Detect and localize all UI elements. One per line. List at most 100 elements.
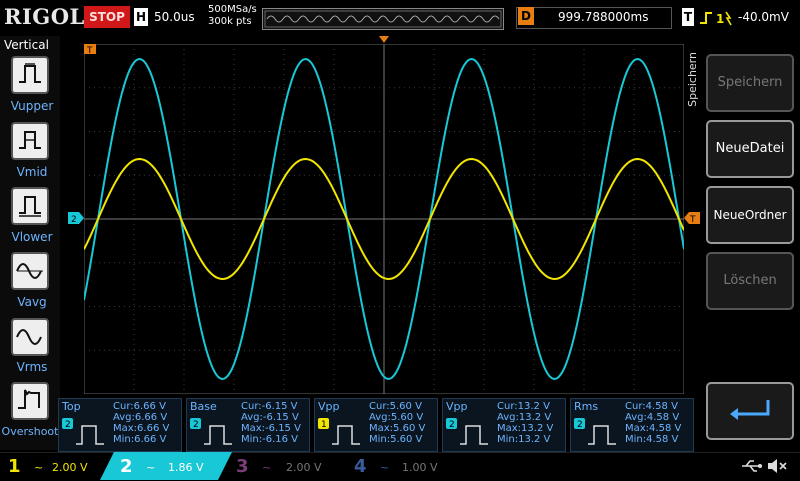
- measurement-values: Cur:5.60 V Avg:5.60 V Max:5.60 V Min:5.60 V: [369, 401, 425, 445]
- channel-3-number[interactable]: 3: [236, 456, 249, 477]
- measurement-min: Min:5.60 V: [369, 434, 423, 445]
- menu-item-vupper-label: Vupper: [10, 99, 54, 113]
- loeschen-button[interactable]: Löschen: [706, 252, 794, 310]
- measurement-channel-icon: 1: [318, 418, 360, 445]
- neue-ordner-button[interactable]: NeueOrdner: [706, 186, 794, 244]
- return-arrow-icon: [730, 400, 770, 420]
- measurement-vpp-3[interactable]: Vpp 1 Cur:5.60 V Avg:5.60 V Max:5.60 V Min:5.…: [314, 398, 438, 452]
- measurement-min: Min:13.2 V: [497, 434, 551, 445]
- measurement-channel-number: 2: [65, 420, 71, 430]
- scope-waveform-display[interactable]: [84, 44, 684, 394]
- channel-3-coupling: ~: [262, 461, 272, 474]
- speaker-mute-icon[interactable]: [766, 457, 788, 475]
- measurement-channel-icon: 2: [62, 418, 104, 445]
- measurement-max: Max:4.58 V: [625, 423, 682, 434]
- measurement-channel-number: 2: [577, 420, 583, 430]
- measurement-avg: Avg:-6.15 V: [241, 412, 299, 423]
- sample-rate: 500MSa/s: [208, 4, 257, 15]
- trigger-status-icons: 1: [700, 11, 732, 26]
- trigger-time-marker-icon: T: [84, 44, 96, 56]
- channel-4-scale[interactable]: 1.00 V: [402, 461, 438, 474]
- measurement-values: Cur:6.66 V Avg:6.66 V Max:6.66 V Min:6.66 V: [113, 401, 169, 445]
- measurement-name: Base: [190, 400, 217, 413]
- measurement-cur: Cur:5.60 V: [369, 401, 422, 412]
- overshoot-icon: [11, 382, 49, 420]
- channel-1-coupling: ~: [34, 461, 44, 474]
- save-menu-title: Speichern: [686, 52, 699, 107]
- measurement-avg: Avg:6.66 V: [113, 412, 168, 423]
- measurement-channel-number: 2: [193, 420, 199, 430]
- vertical-menu-title: Vertical: [4, 38, 49, 52]
- measurement-values: Cur:-6.15 V Avg:-6.15 V Max:-6.15 V Min:-6.…: [241, 401, 301, 445]
- return-button[interactable]: [706, 382, 794, 440]
- trigger-position-arrow-icon: [379, 36, 389, 43]
- measurement-vpp-4[interactable]: Vpp 2 Cur:13.2 V Avg:13.2 V Max:13.2 V Min:13…: [442, 398, 566, 452]
- measurement-cur: Cur:6.66 V: [113, 401, 166, 412]
- measurement-cur: Cur:4.58 V: [625, 401, 678, 412]
- neue-datei-button[interactable]: NeueDatei: [706, 120, 794, 178]
- channel-1-number[interactable]: 1: [8, 456, 21, 477]
- menu-item-overshoot-label: Overshoot: [1, 425, 59, 438]
- svg-text:T: T: [689, 215, 696, 224]
- measurement-max: Max:13.2 V: [497, 423, 554, 434]
- acquisition-info: 500MSa/s 300k pts: [208, 4, 257, 28]
- measurement-name: Top: [62, 400, 81, 413]
- menu-item-vupper[interactable]: [11, 56, 49, 94]
- measurement-values: Cur:4.58 V Avg:4.58 V Max:4.58 V Min:4.58 V: [625, 401, 681, 445]
- channel-3-scale[interactable]: 2.00 V: [286, 461, 322, 474]
- channel-2-number[interactable]: 2: [120, 456, 133, 477]
- menu-item-vrms-label: Vrms: [16, 360, 48, 374]
- measurement-values: Cur:13.2 V Avg:13.2 V Max:13.2 V Min:13.2 V: [497, 401, 553, 445]
- measurement-channel-number: 1: [321, 420, 327, 430]
- menu-item-overshoot[interactable]: [11, 382, 49, 420]
- measurement-name: Rms: [574, 400, 599, 413]
- measurement-cur: Cur:13.2 V: [497, 401, 550, 412]
- menu-item-vavg[interactable]: [11, 252, 49, 290]
- svg-text:1: 1: [716, 12, 724, 26]
- measurement-max: Max:-6.15 V: [241, 423, 301, 434]
- measurement-max: Max:6.66 V: [113, 423, 170, 434]
- trigger-level-marker-icon[interactable]: T: [684, 212, 700, 224]
- memory-depth: 300k pts: [208, 16, 252, 27]
- vrms-icon: [11, 318, 49, 356]
- timebase-label: H: [134, 8, 148, 26]
- measurement-top-1[interactable]: Top 2 Cur:6.66 V Avg:6.66 V Max:6.66 V Min:6.…: [58, 398, 182, 452]
- measurement-rms-5[interactable]: Rms 2 Cur:4.58 V Avg:4.58 V Max:4.58 V Min:4.…: [570, 398, 694, 452]
- vavg-icon: [11, 252, 49, 290]
- usb-icon: [742, 460, 762, 472]
- lightning-icon: [725, 11, 732, 26]
- channel-4-coupling: ~: [380, 461, 390, 474]
- measurement-channel-icon: 2: [574, 418, 616, 445]
- timebase-value[interactable]: 50.0us: [154, 10, 195, 24]
- menu-item-vmid[interactable]: [11, 122, 49, 160]
- menu-item-vlower[interactable]: [11, 187, 49, 225]
- delay-value[interactable]: 999.788000ms: [558, 10, 648, 24]
- measurement-channel-icon: 2: [190, 418, 232, 445]
- vupper-icon: [11, 56, 49, 94]
- run-stop-indicator[interactable]: STOP: [84, 6, 130, 28]
- vmid-icon: [11, 122, 49, 160]
- channel-4-number[interactable]: 4: [354, 456, 367, 477]
- vlower-icon: [11, 187, 49, 225]
- channel-1-scale[interactable]: 2.00 V: [52, 461, 88, 474]
- menu-item-vavg-label: Vavg: [17, 295, 47, 309]
- speichern-button[interactable]: Speichern: [706, 54, 794, 112]
- measurement-name: Vpp: [318, 400, 340, 413]
- measurement-min: Min:-6.16 V: [241, 434, 299, 445]
- measurement-base-2[interactable]: Base 2 Cur:-6.15 V Avg:-6.15 V Max:-6.15 V Mi…: [186, 398, 310, 452]
- measurement-avg: Avg:4.58 V: [625, 412, 680, 423]
- measurement-min: Min:6.66 V: [113, 434, 167, 445]
- trigger-edge-icon: [700, 12, 712, 24]
- channel-2-offset-marker-icon[interactable]: 2: [68, 212, 84, 224]
- menu-item-vrms[interactable]: [11, 318, 49, 356]
- measurement-avg: Avg:13.2 V: [497, 412, 552, 423]
- svg-text:2: 2: [71, 215, 77, 224]
- memory-overview-strip[interactable]: [262, 8, 504, 30]
- menu-item-vmid-label: Vmid: [16, 165, 48, 179]
- measurement-name: Vpp: [446, 400, 468, 413]
- trigger-level[interactable]: -40.0mV: [738, 10, 789, 24]
- brand-logo: RIGOL: [4, 4, 85, 29]
- channel-2-coupling: ~: [146, 461, 156, 474]
- menu-item-vlower-label: Vlower: [11, 230, 53, 244]
- channel-2-scale[interactable]: 1.86 V: [168, 461, 204, 474]
